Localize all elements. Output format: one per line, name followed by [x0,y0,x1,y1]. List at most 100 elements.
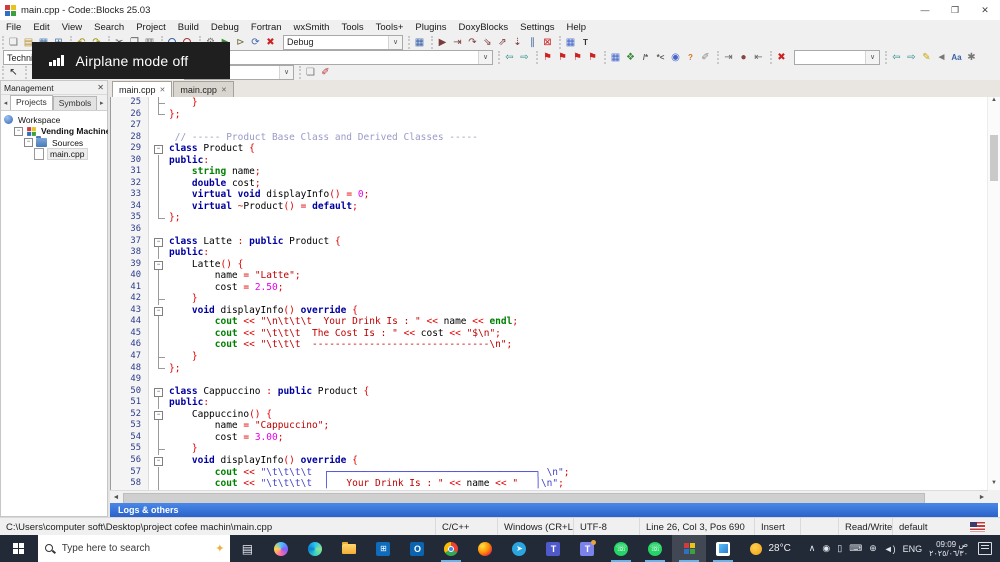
search-highlights-icon[interactable]: ✦ [215,542,224,555]
menu-item-view[interactable]: View [56,22,88,33]
menu-item-tools[interactable]: Tools [335,22,369,33]
fold-margin[interactable] [149,189,169,201]
fold-margin[interactable] [149,120,169,132]
tree-item-sources[interactable]: − Sources [1,136,107,149]
fold-margin[interactable] [149,224,169,236]
menu-item-build[interactable]: Build [172,22,205,33]
menu-item-search[interactable]: Search [88,22,130,33]
menu-item-debug[interactable]: Debug [205,22,245,33]
management-tab-symbols[interactable]: Symbols [52,96,98,110]
taskbar-app-whatsapp-2[interactable]: ☏ [638,535,672,562]
run-to-cursor-icon[interactable]: ⇥ [450,36,465,49]
taskbar-app-chrome[interactable] [434,535,468,562]
doxy-block-comment-icon[interactable]: /* [638,51,653,64]
editor-tab-1[interactable]: main.cpp ✕ [173,81,234,97]
tree-item-vending-machine[interactable]: − Vending Machine [1,126,110,138]
menu-item-settings[interactable]: Settings [514,22,560,33]
fold-margin[interactable] [149,466,169,479]
notification-center-icon[interactable] [978,542,992,555]
safely-remove-icon[interactable]: ◉ [822,543,830,554]
scroll-up-icon[interactable]: ▲ [988,97,1000,107]
airplane-mode-toast[interactable]: Airplane mode off [32,42,230,79]
abort-build-icon[interactable]: ✖ [263,36,278,49]
logs-panel-caption[interactable]: Logs & others [110,503,998,517]
fold-margin[interactable] [149,339,169,352]
stop-search-icon[interactable]: ✖ [774,51,789,64]
taskbar-app-whatsapp[interactable]: ☏ [604,535,638,562]
keyboard-flag-icon[interactable] [970,522,985,532]
menu-item-help[interactable]: Help [561,22,593,33]
prev-bookmark-icon[interactable]: ⚑ [555,51,570,64]
build-target-combo[interactable]: Debug ∨ [283,34,403,50]
step-into-icon[interactable]: ⇘ [480,36,495,49]
clock[interactable]: 09:09 ص ٢٠٢٥/٠٦/٣٠ [929,540,968,558]
taskbar-app-teams[interactable]: T [536,535,570,562]
vertical-scrollbar-thumb[interactable] [990,135,998,181]
tree-item-workspace[interactable]: Workspace [1,114,107,126]
fold-margin[interactable] [149,270,169,282]
input-language[interactable]: ENG [903,544,923,554]
tree-item-main-cpp[interactable]: main.cpp [1,148,107,161]
incsearch-combo[interactable]: ∨ [794,50,880,65]
scroll-down-icon[interactable]: ▼ [988,480,1000,490]
taskbar-app-teams-2[interactable]: T [570,535,604,562]
doxyblocks-tools-icon[interactable]: ✐ [698,51,713,64]
taskbar-app-codeblocks[interactable] [672,535,707,562]
next-instruction-icon[interactable]: ⇣ [510,36,525,49]
fold-margin[interactable] [149,397,169,409]
fold-margin[interactable]: − [149,259,169,271]
fold-margin[interactable] [149,420,169,432]
close-tab-icon[interactable]: ✕ [221,86,227,94]
match-word-icon[interactable]: ✱ [964,51,979,64]
step-out-icon[interactable]: ⇗ [495,36,510,49]
vertical-scrollbar[interactable]: ▲ ▼ [987,97,1000,490]
tab-scroll-left-icon[interactable]: ◂ [1,97,10,110]
menu-item-plugins[interactable]: Plugins [409,22,452,33]
close-tab-icon[interactable]: ✕ [160,86,166,94]
network-icon[interactable]: ⊕ [869,543,877,554]
doxyblocks-extract-icon[interactable]: ▦ [608,51,623,64]
rebuild-icon[interactable]: ⟳ [248,36,263,49]
fold-margin[interactable]: − [149,143,169,155]
debug-continue-icon[interactable]: ▶ [435,36,450,49]
menu-item-tools+[interactable]: Tools+ [370,22,410,33]
fold-margin[interactable] [149,166,169,178]
menu-item-doxyblocks[interactable]: DoxyBlocks [453,22,515,33]
search-next-icon[interactable]: ⇨ [904,51,919,64]
dbg-step-out-icon[interactable]: ⇤ [751,51,766,64]
menu-item-file[interactable]: File [0,22,27,33]
taskbar-app-microsoft-store[interactable]: ⊞ [366,535,400,562]
fold-margin[interactable] [149,374,169,386]
build-and-run-icon[interactable]: ⊳ [233,36,248,49]
taskbar-app-file-explorer[interactable] [332,535,366,562]
fold-margin[interactable] [149,327,169,340]
page-icon[interactable]: ❏ [303,66,318,79]
fold-margin[interactable]: − [149,455,169,467]
clear-bookmarks-icon[interactable]: ⚑ [585,51,600,64]
start-button[interactable] [0,535,38,562]
menu-item-edit[interactable]: Edit [27,22,55,33]
nav-back-icon[interactable]: ⇦ [502,51,517,64]
taskbar-app-edge[interactable] [298,535,332,562]
tray-expand-icon[interactable]: ∧ [809,543,816,554]
match-case-icon[interactable]: Aa [949,51,964,64]
new-file-icon[interactable]: ❏ [6,36,21,49]
menu-item-fortran[interactable]: Fortran [245,22,288,33]
fold-margin[interactable] [149,212,169,224]
pointer-icon[interactable]: ↖ [6,66,21,79]
taskbar-app-firefox[interactable] [468,535,502,562]
weather-widget[interactable]: 28°C [740,535,800,562]
close-button[interactable]: ✕ [970,0,1000,20]
tab-scroll-right-icon[interactable]: ▸ [97,97,106,110]
search-prev-icon[interactable]: ⇦ [889,51,904,64]
volume-icon[interactable]: ◄) [884,544,896,554]
minimize-button[interactable]: — [910,0,940,20]
manage-windows-icon[interactable]: ▦ [412,36,427,49]
taskbar-app-copilot[interactable] [264,535,298,562]
taskbar-search[interactable]: Type here to search ✦ [37,535,231,562]
tree-expander-icon[interactable]: − [14,126,23,136]
keyboard-icon[interactable]: ⌨ [849,543,862,554]
fold-margin[interactable]: − [149,386,169,398]
fold-margin[interactable]: − [149,236,169,248]
fold-margin[interactable]: − [149,409,169,421]
